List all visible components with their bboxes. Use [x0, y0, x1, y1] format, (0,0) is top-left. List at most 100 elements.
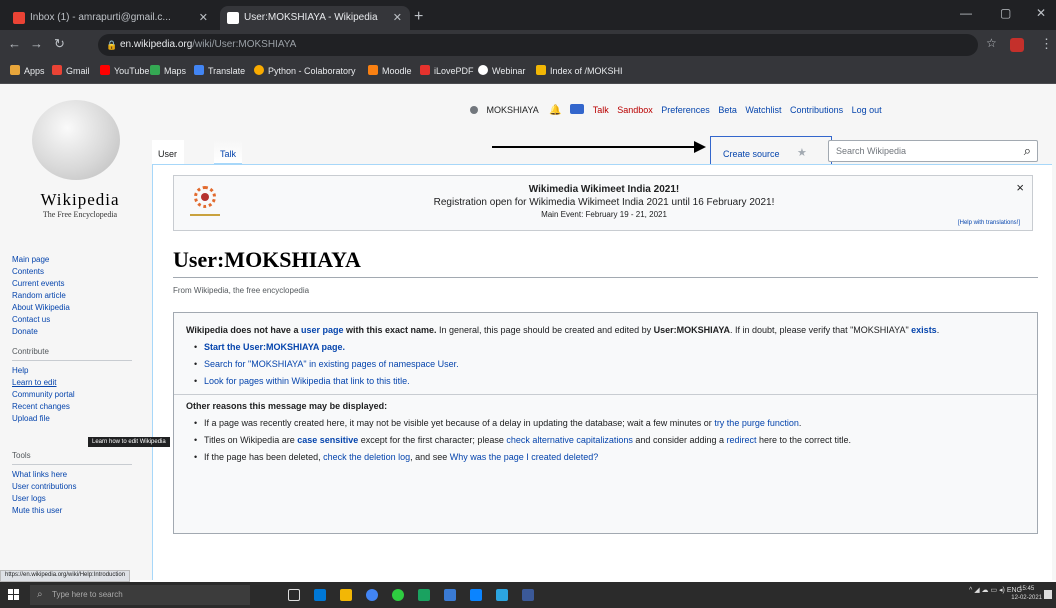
talk-link[interactable]: Talk [593, 105, 609, 115]
close-window-icon[interactable]: ✕ [1036, 6, 1046, 20]
url-path: /wiki/User:MOKSHIAYA [192, 39, 297, 50]
close-icon[interactable]: ✕ [393, 6, 402, 30]
clock[interactable]: 15:45 12-02-2021 [1011, 585, 1042, 603]
minimize-icon[interactable]: — [960, 6, 972, 20]
app-icon[interactable] [522, 589, 534, 601]
forward-icon[interactable]: → [30, 36, 43, 51]
back-icon[interactable]: ← [8, 36, 21, 51]
folder-icon [536, 65, 546, 75]
sidebar-item-upload-file[interactable]: Upload file [12, 413, 132, 425]
bookmark-gmail[interactable]: Gmail [52, 65, 90, 76]
browser-toolbar: ← → ↻ 🔒 en.wikipedia.org/wiki/User:MOKSH… [0, 30, 1056, 60]
list-item: Titles on Wikipedia are case sensitive e… [194, 433, 1025, 447]
case-sensitive-link[interactable]: case sensitive [297, 435, 358, 445]
bookmark-index[interactable]: Index of /MOKSHI [536, 65, 623, 76]
exists-link[interactable]: exists [911, 325, 937, 335]
address-bar[interactable]: 🔒 en.wikipedia.org/wiki/User:MOKSHIAYA [98, 34, 978, 56]
sidebar-item-user-contributions[interactable]: User contributions [12, 481, 132, 493]
redirect-link[interactable]: redirect [727, 435, 757, 445]
reload-icon[interactable]: ↻ [54, 36, 65, 52]
tab-wikipedia[interactable]: User:MOKSHIAYA - Wikipedia ✕ [220, 6, 410, 30]
app-icon[interactable] [418, 589, 430, 601]
sidebar-item-recent-changes[interactable]: Recent changes [12, 401, 132, 413]
bookmark-webinar[interactable]: Webinar [478, 65, 525, 76]
user-page-link[interactable]: user page [301, 325, 344, 335]
purge-link[interactable]: try the purge function [714, 418, 799, 428]
links-here-link[interactable]: Look for pages within Wikipedia that lin… [204, 376, 410, 386]
sidebar-item-donate[interactable]: Donate [12, 326, 70, 338]
sidebar-item-what-links-here[interactable]: What links here [12, 469, 132, 481]
sidebar-item-about[interactable]: About Wikipedia [12, 302, 70, 314]
tab-talk[interactable]: Talk [214, 140, 243, 164]
maps-icon [150, 65, 160, 75]
list-item: Search for "MOKSHIAYA" in existing pages… [194, 357, 1025, 371]
app-icon[interactable] [392, 589, 404, 601]
close-icon[interactable]: ✕ [199, 6, 208, 30]
watchlist-link[interactable]: Watchlist [745, 105, 781, 115]
sidebar-item-mute-user[interactable]: Mute this user [12, 505, 132, 517]
bookmark-apps[interactable]: Apps [10, 65, 45, 76]
sidebar-item-contact[interactable]: Contact us [12, 314, 70, 326]
contributions-link[interactable]: Contributions [790, 105, 843, 115]
calculator-icon[interactable] [314, 589, 326, 601]
beta-link[interactable]: Beta [718, 105, 737, 115]
bookmark-star-icon[interactable]: ☆ [986, 36, 997, 50]
bookmark-youtube[interactable]: YouTube [100, 65, 149, 76]
wikipedia-logo[interactable]: Wikipedia The Free Encyclopedia [10, 90, 150, 220]
deletion-log-link[interactable]: check the deletion log [323, 452, 410, 462]
watch-star-icon[interactable]: ★ [797, 146, 807, 159]
sandbox-link[interactable]: Sandbox [617, 105, 653, 115]
list-item: Start the User:MOKSHIAYA page. [194, 340, 1025, 354]
vscode-icon[interactable] [470, 589, 482, 601]
task-view-icon[interactable] [288, 589, 300, 601]
sidebar-item-help[interactable]: Help [12, 365, 132, 377]
sidebar-item-current-events[interactable]: Current events [12, 278, 70, 290]
sidebar-heading: Tools [12, 450, 132, 465]
app-icon[interactable] [444, 589, 456, 601]
why-deleted-link[interactable]: Why was the page I created deleted? [450, 452, 599, 462]
sidebar-item-random-article[interactable]: Random article [12, 290, 70, 302]
taskbar-search-input[interactable]: ⌕ Type here to search [30, 585, 250, 605]
clock-date: 12-02-2021 [1011, 595, 1042, 601]
capitalizations-link[interactable]: check alternative capitalizations [506, 435, 633, 445]
tooltip: Learn how to edit Wikipedia [88, 437, 170, 447]
browser-tab-strip: Inbox (1) - amrapurti@gmail.c... ✕ User:… [0, 0, 1056, 30]
no-article-message: Wikipedia does not have a user page with… [173, 312, 1038, 534]
notification-icon[interactable] [1044, 590, 1052, 599]
maximize-icon[interactable]: ▢ [1000, 6, 1011, 20]
sidebar-item-user-logs[interactable]: User logs [12, 493, 132, 505]
sidebar-item-main-page[interactable]: Main page [12, 254, 70, 266]
tab-user-page[interactable]: User page [152, 140, 185, 187]
search-icon[interactable]: ⌕ [1024, 143, 1031, 159]
preferences-link[interactable]: Preferences [661, 105, 710, 115]
translate-icon[interactable] [570, 104, 585, 114]
new-tab-button[interactable]: + [414, 8, 423, 26]
bookmark-maps[interactable]: Maps [150, 65, 186, 76]
site-subtitle: From Wikipedia, the free encyclopedia [173, 286, 310, 295]
close-icon[interactable]: × [1016, 180, 1024, 195]
search-link[interactable]: Search for "MOKSHIAYA" in existing pages… [204, 359, 459, 369]
bookmark-moodle[interactable]: Moodle [368, 65, 412, 76]
app-icon[interactable] [496, 589, 508, 601]
menu-icon[interactable]: ⋮ [1040, 36, 1053, 52]
bell-icon[interactable]: 🔔 [549, 105, 561, 116]
file-explorer-icon[interactable] [340, 589, 352, 601]
notice-title[interactable]: Wikimedia Wikimeet India 2021! [234, 184, 974, 195]
create-source-label: Create source [723, 149, 780, 159]
logout-link[interactable]: Log out [852, 105, 882, 115]
extension-icon[interactable] [1010, 38, 1024, 52]
chrome-icon[interactable] [366, 589, 378, 601]
bookmark-colab[interactable]: Python - Colaboratory [254, 65, 356, 76]
tab-gmail[interactable]: Inbox (1) - amrapurti@gmail.c... ✕ [6, 6, 216, 30]
windows-start-icon[interactable] [8, 589, 20, 601]
notice-help-link[interactable]: [Help with translations!] [958, 220, 1020, 226]
sidebar-item-community-portal[interactable]: Community portal [12, 389, 132, 401]
start-page-link[interactable]: Start the User:MOKSHIAYA page. [204, 342, 345, 352]
bookmark-ilovepdf[interactable]: iLovePDF [420, 65, 474, 76]
bookmark-translate[interactable]: Translate [194, 65, 245, 76]
search-icon: ⌕ [37, 589, 43, 600]
user-link[interactable]: MOKSHIAYA [487, 105, 539, 115]
search-input[interactable]: Search Wikipedia ⌕ [828, 140, 1038, 162]
sidebar-item-learn-to-edit[interactable]: Learn to edit [12, 377, 132, 389]
sidebar-item-contents[interactable]: Contents [12, 266, 70, 278]
